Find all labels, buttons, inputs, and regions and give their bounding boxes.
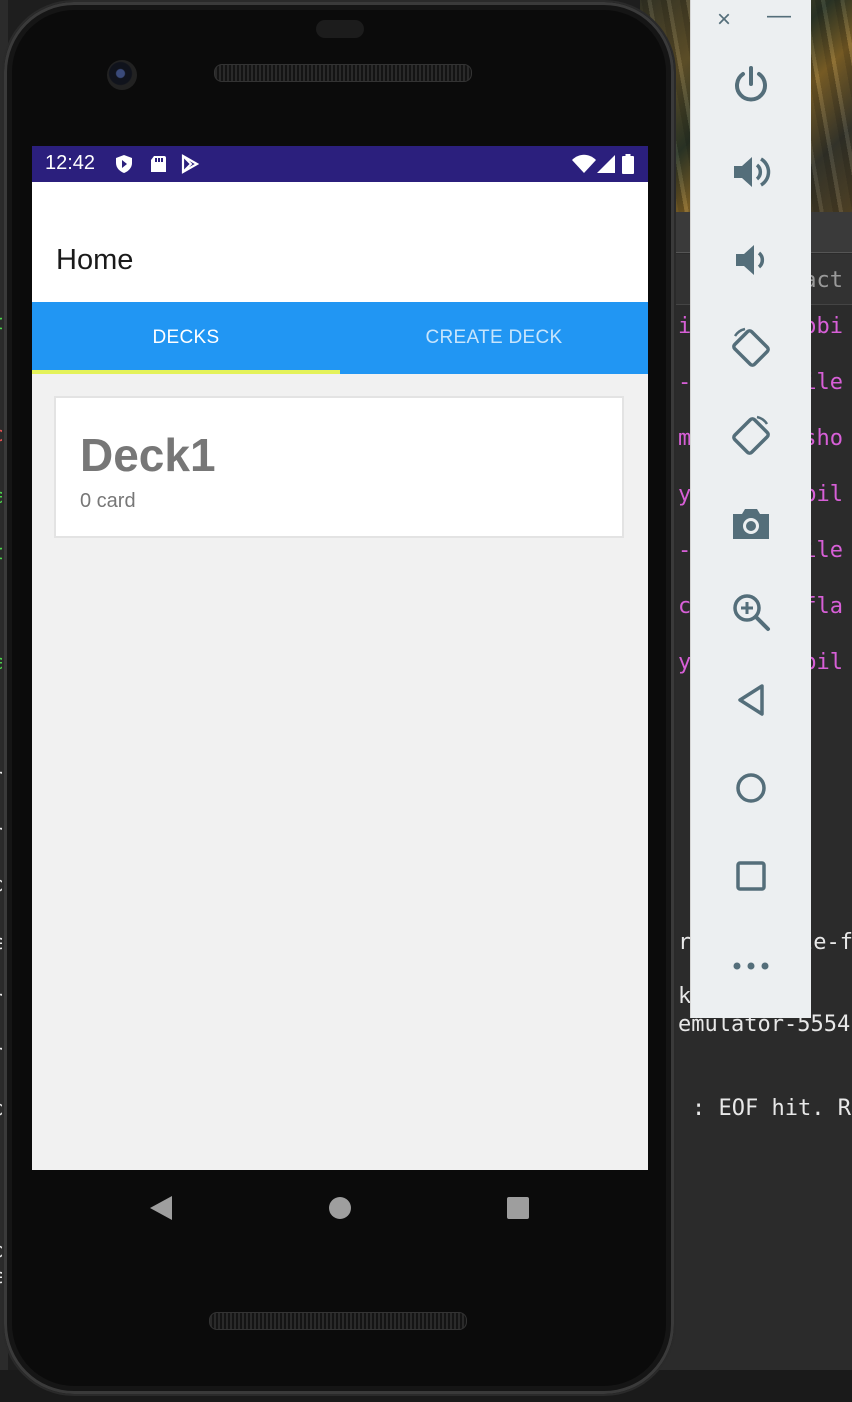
volume-down-icon — [736, 245, 765, 275]
rotate-left-button[interactable] — [727, 324, 775, 372]
rotate-left-icon — [732, 327, 770, 367]
power-button[interactable] — [727, 60, 775, 108]
phone-frame: 12:42 Home DECKS CREATE DECK Deck1 0 car… — [4, 2, 674, 1394]
back-icon[interactable] — [150, 1196, 172, 1220]
status-time: 12:42 — [45, 152, 96, 174]
deck-name: Deck1 — [80, 429, 216, 481]
volume-up-button[interactable] — [727, 148, 775, 196]
earpiece-speaker — [214, 64, 472, 82]
tab-decks-label: DECKS — [152, 327, 220, 348]
home-icon — [736, 773, 766, 803]
tab-decks[interactable]: DECKS — [32, 302, 340, 374]
screenshot-button[interactable] — [727, 500, 775, 548]
bottom-speaker — [209, 1312, 467, 1330]
tab-create-deck-label: CREATE DECK — [425, 327, 563, 348]
front-sensor — [316, 20, 364, 38]
app-bar: Home — [32, 182, 648, 302]
status-bar: 12:42 — [32, 146, 648, 182]
back-icon — [738, 684, 764, 716]
emulator-back-button[interactable] — [727, 676, 775, 724]
overview-icon — [736, 861, 766, 891]
play-store-icon — [181, 154, 200, 174]
close-button[interactable]: × — [717, 6, 731, 34]
emulator-toolbar: × — — [690, 0, 811, 1018]
wifi-icon — [572, 154, 596, 173]
shield-icon — [116, 155, 132, 173]
rotate-right-button[interactable] — [727, 412, 775, 460]
sd-card-icon — [151, 156, 166, 172]
more-button[interactable] — [727, 940, 775, 988]
emulator-home-button[interactable] — [727, 764, 775, 812]
tab-indicator — [32, 370, 340, 374]
minimize-button[interactable]: — — [767, 2, 791, 30]
tab-create-deck[interactable]: CREATE DECK — [340, 302, 648, 374]
front-camera — [107, 60, 137, 90]
deck-card[interactable]: Deck1 0 card — [54, 396, 624, 538]
deck-card-count: 0 card — [80, 490, 136, 512]
volume-up-icon — [734, 157, 771, 187]
signal-icon — [597, 155, 615, 173]
system-nav-bar — [32, 1170, 648, 1246]
recents-icon[interactable] — [507, 1197, 529, 1219]
phone-screen: 12:42 Home DECKS CREATE DECK Deck1 0 car… — [32, 146, 648, 1170]
terminal-line: : EOF hit. R — [692, 1096, 851, 1121]
zoom-button[interactable] — [727, 588, 775, 636]
page-title: Home — [56, 244, 134, 276]
volume-down-button[interactable] — [727, 236, 775, 284]
zoom-icon — [733, 594, 770, 631]
power-icon — [735, 66, 767, 102]
rotate-right-icon — [732, 415, 770, 455]
emulator-overview-button[interactable] — [727, 852, 775, 900]
home-icon[interactable] — [329, 1197, 351, 1219]
battery-icon — [622, 154, 634, 174]
tab-bar: DECKS CREATE DECK — [32, 302, 648, 374]
camera-icon — [733, 509, 769, 539]
more-icon — [733, 962, 769, 970]
